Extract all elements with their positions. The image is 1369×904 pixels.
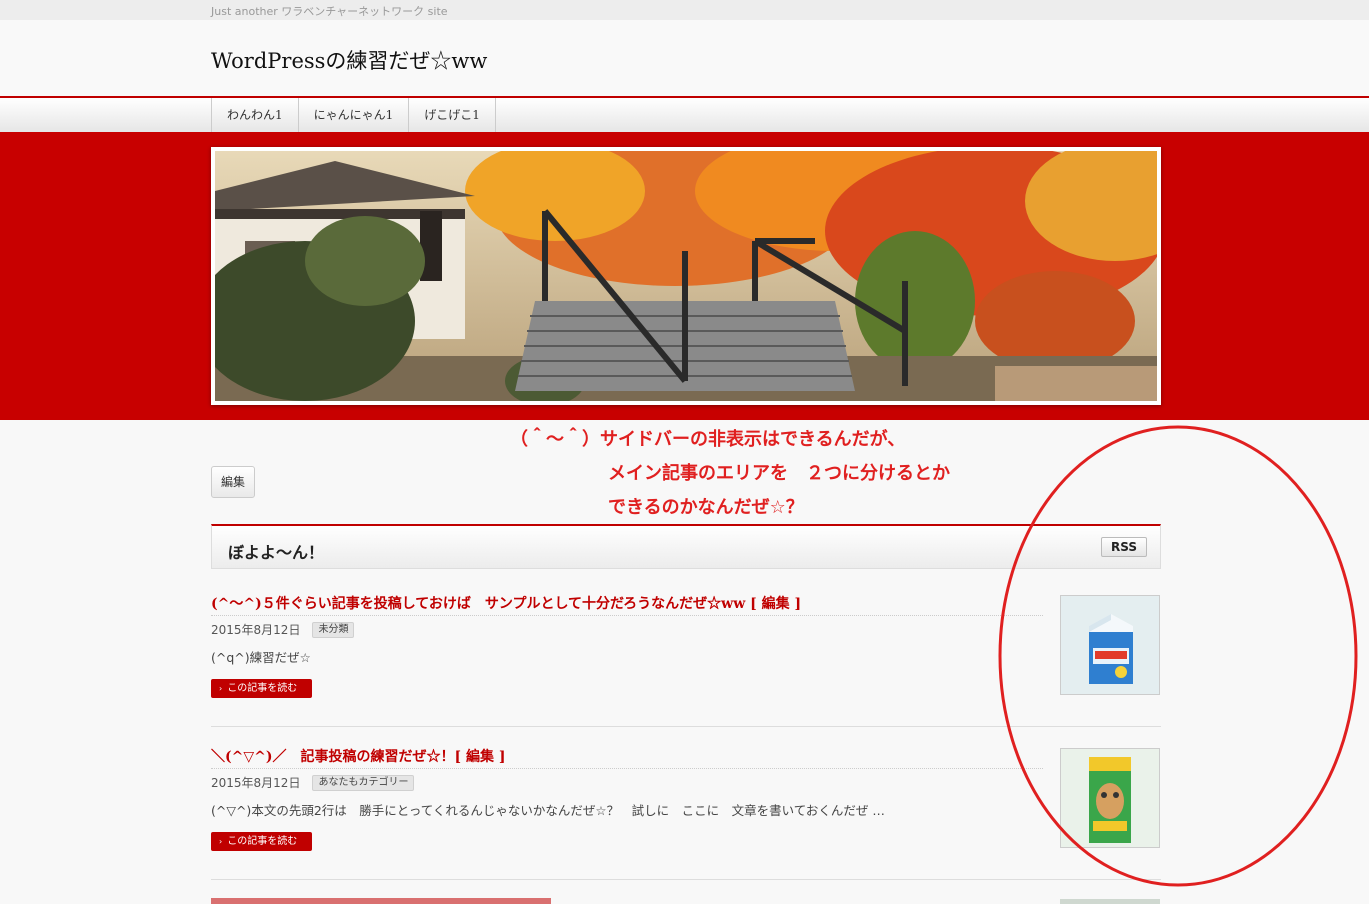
annotation-line-2: メイン記事のエリアを ２つに分けるとか bbox=[608, 463, 950, 484]
section-title: ぼよよ～ん！ bbox=[228, 543, 325, 562]
autumn-garden-photo bbox=[215, 151, 1157, 401]
site-tagline: Just another ワラベンチャーネットワーク site bbox=[211, 5, 448, 18]
section-header: ぼよよ～ん！ RSS bbox=[211, 524, 1161, 569]
post-title-link[interactable]: (^～^)５件ぐらい記事を投稿しておけば サンプルとして十分だろうなんだぜ☆ww… bbox=[211, 593, 1043, 616]
read-more-button[interactable]: › この記事を読む bbox=[211, 679, 312, 698]
post-meta: 2015年8月12日 未分類 bbox=[211, 621, 355, 638]
arrow-right-icon: › bbox=[219, 684, 223, 693]
category-badge[interactable]: 未分類 bbox=[312, 621, 355, 638]
post-thumbnail[interactable] bbox=[1060, 748, 1160, 848]
post-date: 2015年8月12日 bbox=[211, 776, 301, 790]
nav-item-wanwan[interactable]: わんわん1 bbox=[212, 98, 299, 132]
edit-button[interactable]: 編集 bbox=[211, 466, 255, 498]
rss-button[interactable]: RSS bbox=[1101, 537, 1147, 557]
nav-item-nyannyan[interactable]: にゃんにゃん1 bbox=[299, 98, 410, 132]
post-divider bbox=[211, 726, 1161, 727]
annotation-ellipse bbox=[998, 425, 1358, 887]
site-header bbox=[0, 20, 1369, 96]
next-post-thumbnail-peek bbox=[1060, 899, 1160, 904]
read-more-label: この記事を読む bbox=[227, 836, 298, 847]
snack-box-image bbox=[1061, 749, 1159, 847]
post-thumbnail[interactable] bbox=[1060, 595, 1160, 695]
post-excerpt: (^▽^)本文の先頭2行は 勝手にとってくれるんじゃないかなんだぜ☆？ 試しに … bbox=[211, 803, 885, 818]
post-title-link[interactable]: ＼(^▽^)／ 記事投稿の練習だぜ☆！[ 編集 ] bbox=[211, 746, 1043, 769]
milk-carton-image bbox=[1061, 596, 1159, 694]
read-more-label: この記事を読む bbox=[227, 683, 298, 694]
site-title[interactable]: WordPressの練習だぜ☆ww bbox=[211, 45, 487, 75]
nav-item-gekogeko[interactable]: げこげこ1 bbox=[409, 98, 496, 132]
post-date: 2015年8月12日 bbox=[211, 623, 301, 637]
annotation-note: （＾～＾）サイドバーの非表示はできるんだが、 メイン記事のエリアを ２つに分ける… bbox=[510, 423, 950, 525]
category-badge[interactable]: あなたもカテゴリー bbox=[312, 774, 415, 791]
post-meta: 2015年8月12日 あなたもカテゴリー bbox=[211, 774, 415, 791]
read-more-button[interactable]: › この記事を読む bbox=[211, 832, 312, 851]
annotation-line-3: できるのかなんだぜ☆？ bbox=[608, 497, 804, 518]
header-image bbox=[211, 147, 1161, 405]
top-bar: Just another ワラベンチャーネットワーク site bbox=[0, 0, 1369, 20]
annotation-line-1: （＾～＾）サイドバーの非表示はできるんだが、 bbox=[510, 429, 906, 450]
post-divider bbox=[211, 879, 1161, 880]
post-excerpt: (^q^)練習だぜ☆ bbox=[211, 650, 311, 665]
arrow-right-icon: › bbox=[219, 837, 223, 846]
main-nav: わんわん1 にゃんにゃん1 げこげこ1 bbox=[0, 96, 1369, 132]
next-post-peek bbox=[211, 896, 551, 904]
